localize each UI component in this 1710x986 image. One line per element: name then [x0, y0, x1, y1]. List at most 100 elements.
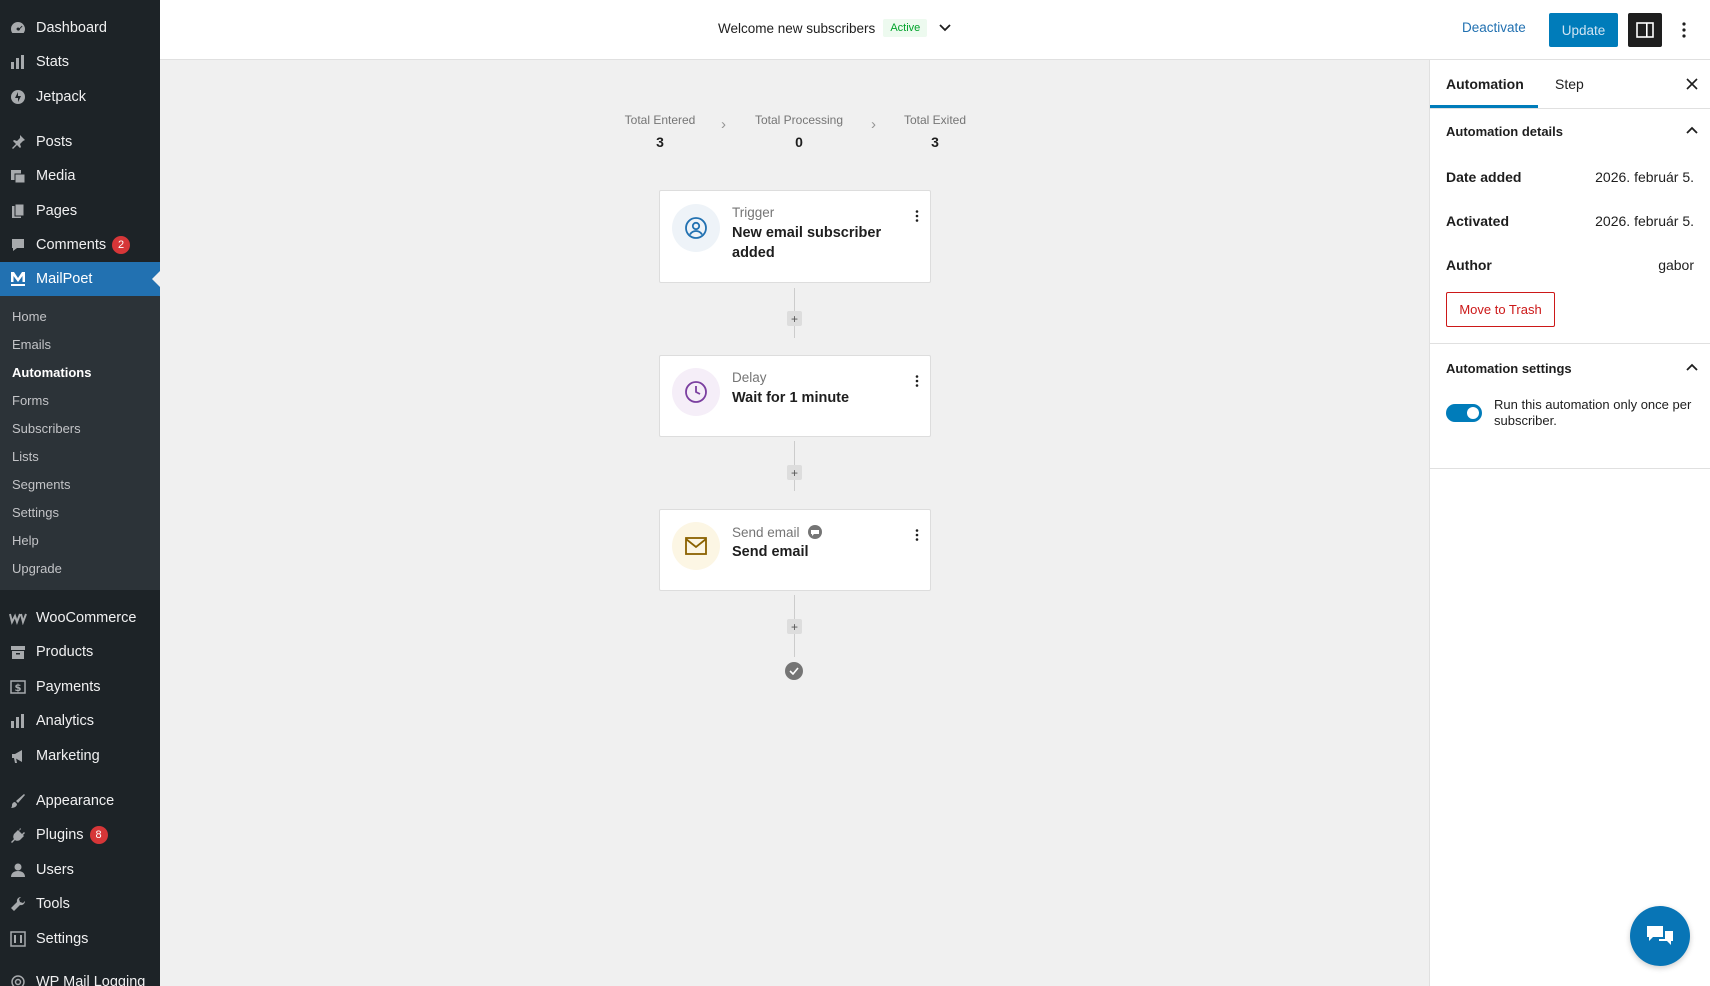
- menu-item-mailpoet[interactable]: MailPoet: [0, 262, 160, 296]
- settings-icon: [9, 930, 27, 948]
- admin-sidebar: Dashboard Stats Jetpack Posts Media Page…: [0, 0, 160, 986]
- comment-icon: [9, 236, 27, 254]
- step-title: Send email: [732, 544, 809, 560]
- menu-item-jetpack[interactable]: Jetpack: [0, 80, 160, 114]
- step-menu-icon[interactable]: [910, 372, 924, 390]
- add-step-button[interactable]: +: [787, 311, 802, 326]
- step-title: Wait for 1 minute: [732, 390, 850, 406]
- step-card-send-email[interactable]: Send email Send email: [659, 509, 931, 591]
- stat-total-exited: Total Exited 3: [898, 113, 972, 150]
- submenu-automations[interactable]: Automations: [12, 365, 91, 380]
- step-card-delay[interactable]: Delay Wait for 1 minute: [659, 355, 931, 437]
- close-panel-button[interactable]: [1680, 72, 1704, 96]
- submenu-subscribers[interactable]: Subscribers: [12, 421, 81, 436]
- automation-settings-heading[interactable]: Automation settings: [1446, 361, 1572, 376]
- chevron-up-icon[interactable]: [1680, 118, 1704, 142]
- menu-item-pages[interactable]: Pages: [0, 194, 160, 228]
- archive-icon: [9, 643, 27, 661]
- media-icon: [9, 167, 27, 185]
- bar-chart-icon: [9, 712, 27, 730]
- sidebar-toggle-button[interactable]: [1628, 13, 1662, 47]
- menu-item-settings[interactable]: Settings: [0, 922, 160, 956]
- step-menu-icon[interactable]: [910, 207, 924, 225]
- sidebar-panel-icon: [1636, 22, 1654, 38]
- step-menu-icon[interactable]: [910, 526, 924, 544]
- move-to-trash-button[interactable]: Move to Trash: [1446, 292, 1555, 327]
- submenu-upgrade[interactable]: Upgrade: [12, 561, 62, 576]
- comments-count-badge: 2: [112, 236, 131, 254]
- vertical-ellipsis-icon: [1682, 22, 1686, 38]
- step-type: Send email: [732, 524, 823, 540]
- step-card-trigger[interactable]: Trigger New email subscriber added: [659, 190, 931, 283]
- help-chat-button[interactable]: [1630, 906, 1690, 966]
- pages-icon: [9, 202, 27, 220]
- end-checkmark-icon: [785, 662, 803, 680]
- settings-panel: Automation Step Automation details Date …: [1429, 60, 1710, 986]
- menu-item-media[interactable]: Media: [0, 159, 160, 193]
- date-added-label: Date added: [1446, 169, 1522, 185]
- info-bubble-icon: [808, 525, 823, 539]
- add-step-button[interactable]: +: [787, 619, 802, 634]
- toggle-knob: [1467, 407, 1479, 419]
- step-type: Trigger: [732, 205, 775, 220]
- activated-value: 2026. február 5.: [1595, 213, 1694, 229]
- jetpack-icon: [9, 88, 27, 106]
- mailpoet-submenu: Home Emails Automations Forms Subscriber…: [0, 296, 160, 590]
- step-type-label: Send email: [732, 525, 800, 540]
- dollar-icon: $: [9, 678, 27, 696]
- menu-item-posts[interactable]: Posts: [0, 125, 160, 159]
- stat-value: 3: [931, 134, 939, 150]
- stat-total-entered: Total Entered 3: [620, 113, 700, 150]
- woo-icon: [9, 609, 27, 627]
- automation-name[interactable]: Welcome new subscribers: [718, 21, 875, 36]
- step-title: New email subscriber added: [732, 225, 882, 261]
- menu-item-analytics[interactable]: Analytics: [0, 704, 160, 738]
- run-once-toggle[interactable]: [1446, 404, 1482, 422]
- submenu-lists[interactable]: Lists: [12, 449, 39, 464]
- submenu-help[interactable]: Help: [12, 533, 39, 548]
- stat-label: Total Exited: [903, 113, 967, 127]
- user-circle-icon: [672, 204, 720, 252]
- menu-item-comments[interactable]: Comments 2: [0, 228, 160, 262]
- menu-item-appearance[interactable]: Appearance: [0, 784, 160, 818]
- activated-label: Activated: [1446, 213, 1510, 229]
- menu-item-products[interactable]: Products: [0, 635, 160, 669]
- submenu-home[interactable]: Home: [12, 309, 47, 324]
- stats-icon: [9, 53, 27, 71]
- more-options-button[interactable]: [1672, 14, 1696, 46]
- menu-item-dashboard[interactable]: Dashboard: [0, 11, 160, 45]
- tabs-divider: [1430, 108, 1710, 109]
- mailpoet-icon: [9, 270, 27, 288]
- chat-icon: [1647, 926, 1673, 945]
- add-step-button[interactable]: +: [787, 465, 802, 480]
- chevron-down-icon[interactable]: [935, 18, 955, 38]
- menu-item-marketing[interactable]: Marketing: [0, 739, 160, 773]
- automation-details-heading[interactable]: Automation details: [1446, 124, 1563, 139]
- stat-label: Total Entered: [624, 113, 696, 127]
- submenu-segments[interactable]: Segments: [12, 477, 71, 492]
- section-divider: [1430, 468, 1710, 469]
- tab-automation[interactable]: Automation: [1446, 60, 1524, 108]
- plug-icon: [9, 826, 27, 844]
- submenu-settings[interactable]: Settings: [12, 505, 59, 520]
- menu-item-plugins[interactable]: Plugins 8: [0, 818, 160, 852]
- menu-item-stats[interactable]: Stats: [0, 45, 160, 79]
- deactivate-button[interactable]: Deactivate: [1462, 20, 1526, 35]
- comments-label: Comments: [36, 237, 107, 253]
- menu-item-payments[interactable]: $ Payments: [0, 670, 160, 704]
- update-button[interactable]: Update: [1549, 13, 1618, 47]
- section-divider: [1430, 343, 1710, 344]
- date-added-value: 2026. február 5.: [1595, 169, 1694, 185]
- submenu-emails[interactable]: Emails: [12, 337, 51, 352]
- close-icon: [1686, 78, 1698, 90]
- menu-item-users[interactable]: Users: [0, 853, 160, 887]
- menu-item-wp-mail-logging[interactable]: WP Mail Logging: [0, 965, 160, 986]
- menu-item-tools[interactable]: Tools: [0, 887, 160, 921]
- stat-label: Total Processing: [754, 113, 844, 127]
- tab-step[interactable]: Step: [1555, 60, 1584, 108]
- plugins-label: Plugins: [36, 827, 84, 843]
- dashboard-icon: [9, 19, 27, 37]
- menu-item-woocommerce[interactable]: WooCommerce: [0, 601, 160, 635]
- submenu-forms[interactable]: Forms: [12, 393, 49, 408]
- chevron-up-icon[interactable]: [1680, 355, 1704, 379]
